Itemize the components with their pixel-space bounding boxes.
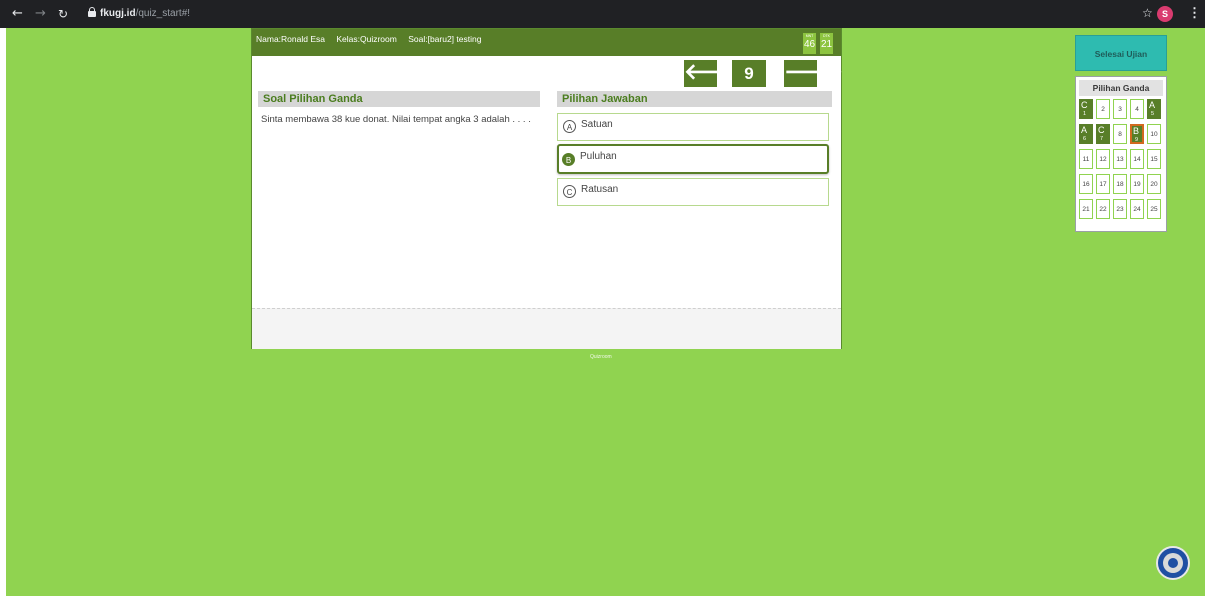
- option-letter: B: [562, 153, 575, 166]
- option-text: Puluhan: [580, 151, 617, 162]
- quiz-header: Nama:Ronald Esa Kelas:Quizroom Soal:[bar…: [252, 29, 841, 56]
- url-domain: fkugj.id: [100, 8, 136, 19]
- question-cell-8[interactable]: 8: [1113, 124, 1127, 144]
- cell-answer-letter: C: [1081, 100, 1088, 110]
- question-cell-7[interactable]: C7: [1096, 124, 1110, 144]
- question-cell-9[interactable]: B9: [1130, 124, 1144, 144]
- question-cell-22[interactable]: 22: [1096, 199, 1110, 219]
- question-cell-6[interactable]: A6: [1079, 124, 1093, 144]
- lock-icon: [88, 7, 96, 17]
- question-cell-13[interactable]: 13: [1113, 149, 1127, 169]
- arrow-right-icon: 🡒: [784, 60, 843, 85]
- cell-number: 7: [1100, 136, 1104, 142]
- question-cell-20[interactable]: 20: [1147, 174, 1161, 194]
- option-text: Satuan: [581, 119, 613, 130]
- cell-answer-letter: A: [1081, 125, 1088, 135]
- next-question-button[interactable]: 🡒: [784, 60, 843, 87]
- cell-number: 6: [1083, 136, 1087, 142]
- timer-minutes-value: 46: [803, 39, 816, 50]
- cell-answer-letter: A: [1149, 100, 1156, 110]
- option-letter: A: [563, 120, 576, 133]
- current-question-number: 9: [732, 60, 766, 87]
- question-section-title: Soal Pilihan Ganda: [258, 91, 540, 107]
- question-cell-25[interactable]: 25: [1147, 199, 1161, 219]
- profile-avatar[interactable]: S: [1157, 6, 1173, 22]
- cell-number: 1: [1083, 111, 1087, 117]
- cell-answer-letter: B: [1133, 126, 1140, 136]
- cell-answer-letter: C: [1098, 125, 1105, 135]
- question-grid-panel: Pilihan Ganda C 1 2 3 4 A 5 A 6 C 7 8 B 9 10 11 12 13 14 15…: [1075, 76, 1167, 232]
- finish-exam-button[interactable]: Selesai Ujian: [1075, 35, 1167, 71]
- timer-minutes: MNT 46: [803, 33, 816, 54]
- cell-number: 5: [1151, 111, 1155, 117]
- timer-seconds: DTK 21: [820, 33, 833, 54]
- question-cell-23[interactable]: 23: [1113, 199, 1127, 219]
- student-info: Nama:Ronald Esa Kelas:Quizroom Soal:[bar…: [256, 33, 490, 45]
- browser-toolbar: ← → ↻ fkugj.id/quiz_start#! ☆ S ⋮: [0, 0, 1205, 28]
- previous-question-button[interactable]: 🡐: [684, 60, 743, 87]
- answers-section-title: Pilihan Jawaban: [557, 91, 832, 107]
- question-cell-3[interactable]: 3: [1113, 99, 1127, 119]
- question-cell-1[interactable]: C1: [1079, 99, 1093, 119]
- back-arrow-icon[interactable]: ←: [12, 6, 23, 22]
- bookmark-star-icon[interactable]: ☆: [1142, 6, 1153, 20]
- question-cell-2[interactable]: 2: [1096, 99, 1110, 119]
- quiz-footer: [252, 308, 841, 349]
- question-cell-16[interactable]: 16: [1079, 174, 1093, 194]
- question-cell-24[interactable]: 24: [1130, 199, 1144, 219]
- question-cell-14[interactable]: 14: [1130, 149, 1144, 169]
- forward-arrow-icon[interactable]: →: [35, 6, 46, 22]
- quiz-panel: Nama:Ronald Esa Kelas:Quizroom Soal:[bar…: [251, 28, 843, 349]
- student-name: Nama:Ronald Esa: [256, 34, 325, 44]
- answer-option-b[interactable]: B Puluhan: [557, 144, 829, 174]
- question-cell-17[interactable]: 17: [1096, 174, 1110, 194]
- answer-option-c[interactable]: C Ratusan: [557, 178, 829, 206]
- question-cell-11[interactable]: 11: [1079, 149, 1093, 169]
- cell-number: 9: [1135, 137, 1139, 143]
- timer-seconds-value: 21: [820, 39, 833, 50]
- reload-icon[interactable]: ↻: [58, 6, 68, 22]
- question-grid-title: Pilihan Ganda: [1079, 80, 1163, 96]
- class-name: Kelas:Quizroom: [336, 34, 397, 44]
- question-cell-21[interactable]: 21: [1079, 199, 1093, 219]
- question-set-name: Soal:[baru2] testing: [408, 34, 482, 44]
- footer-label: Quizroom: [590, 354, 612, 360]
- question-cell-4[interactable]: 4: [1130, 99, 1144, 119]
- answer-option-a[interactable]: A Satuan: [557, 113, 829, 141]
- question-cell-19[interactable]: 19: [1130, 174, 1144, 194]
- question-cell-10[interactable]: 10: [1147, 124, 1161, 144]
- url-path: /quiz_start#!: [135, 8, 191, 19]
- kebab-menu-icon[interactable]: ⋮: [1188, 5, 1201, 21]
- question-cell-18[interactable]: 18: [1113, 174, 1127, 194]
- question-cell-5[interactable]: A5: [1147, 99, 1161, 119]
- question-cell-12[interactable]: 12: [1096, 149, 1110, 169]
- option-text: Ratusan: [581, 184, 619, 195]
- question-cell-15[interactable]: 15: [1147, 149, 1161, 169]
- question-text: Sinta membawa 38 kue donat. Nilai tempat…: [261, 114, 531, 125]
- address-bar[interactable]: fkugj.id/quiz_start#!: [100, 7, 190, 21]
- university-emblem: [1156, 546, 1190, 580]
- option-letter: C: [563, 185, 576, 198]
